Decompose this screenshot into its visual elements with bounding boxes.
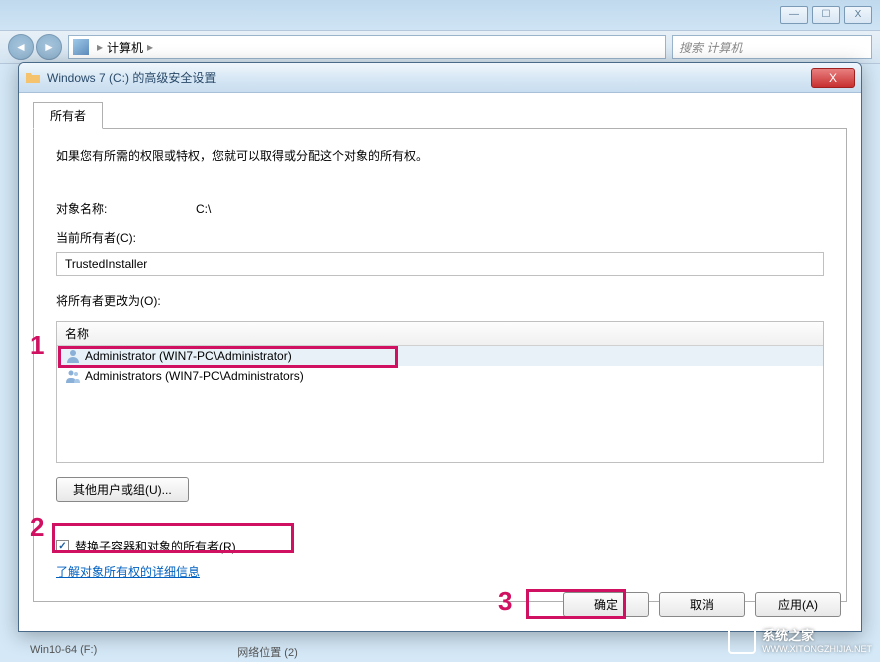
folder-icon bbox=[25, 70, 41, 86]
list-item-label: Administrators (WIN7-PC\Administrators) bbox=[85, 369, 304, 383]
list-item[interactable]: Administrators (WIN7-PC\Administrators) bbox=[57, 366, 823, 386]
status-item: Win10-64 (F:) bbox=[30, 644, 97, 660]
apply-button[interactable]: 应用(A) bbox=[755, 592, 841, 617]
breadcrumb-item[interactable]: 计算机 bbox=[107, 39, 143, 56]
bg-maximize-button[interactable]: ☐ bbox=[812, 6, 840, 24]
list-item[interactable]: Administrator (WIN7-PC\Administrator) bbox=[57, 346, 823, 366]
dialog-title: Windows 7 (C:) 的高级安全设置 bbox=[47, 69, 811, 86]
status-item: 网络位置 (2) bbox=[237, 644, 298, 660]
advanced-security-dialog: Windows 7 (C:) 的高级安全设置 X 所有者 如果您有所需的权限或特… bbox=[18, 62, 862, 632]
annotation-3: 3 bbox=[498, 586, 512, 617]
breadcrumb-separator: ▸ bbox=[143, 40, 157, 54]
tab-owner[interactable]: 所有者 bbox=[33, 102, 103, 129]
user-icon bbox=[65, 348, 81, 364]
owner-list[interactable]: 名称 Administrator (WIN7-PC\Administrator)… bbox=[56, 321, 824, 463]
group-icon bbox=[65, 368, 81, 384]
bg-titlebar: — ☐ X bbox=[0, 0, 880, 30]
object-name-label: 对象名称: bbox=[56, 200, 196, 217]
status-bar: Win10-64 (F:) 网络位置 (2) bbox=[30, 644, 298, 660]
watermark-url: WWW.XITONGZHIJIA.NET bbox=[762, 644, 872, 654]
breadcrumb[interactable]: ▸ 计算机 ▸ bbox=[68, 35, 666, 59]
dialog-button-bar: 确定 取消 应用(A) bbox=[563, 592, 841, 617]
watermark-logo-icon bbox=[728, 626, 756, 654]
replace-owner-checkbox[interactable] bbox=[56, 540, 69, 553]
bg-close-button[interactable]: X bbox=[844, 6, 872, 24]
search-input[interactable]: 搜索 计算机 bbox=[672, 35, 872, 59]
object-name-value: C:\ bbox=[196, 202, 211, 216]
current-owner-label: 当前所有者(C): bbox=[56, 229, 196, 246]
computer-icon bbox=[73, 39, 89, 55]
watermark-text: 系统之家 bbox=[762, 625, 872, 644]
current-owner-value: TrustedInstaller bbox=[56, 252, 824, 276]
cancel-button[interactable]: 取消 bbox=[659, 592, 745, 617]
bg-minimize-button[interactable]: — bbox=[780, 6, 808, 24]
tab-panel: 如果您有所需的权限或特权，您就可以取得或分配这个对象的所有权。 对象名称: C:… bbox=[33, 128, 847, 602]
watermark: 系统之家 WWW.XITONGZHIJIA.NET bbox=[728, 625, 872, 654]
annotation-1: 1 bbox=[30, 330, 44, 361]
info-text: 如果您有所需的权限或特权，您就可以取得或分配这个对象的所有权。 bbox=[56, 147, 824, 164]
list-header-name[interactable]: 名称 bbox=[57, 322, 823, 346]
dialog-body: 所有者 如果您有所需的权限或特权，您就可以取得或分配这个对象的所有权。 对象名称… bbox=[19, 93, 861, 631]
dialog-titlebar[interactable]: Windows 7 (C:) 的高级安全设置 X bbox=[19, 63, 861, 93]
learn-more-link[interactable]: 了解对象所有权的详细信息 bbox=[56, 563, 824, 580]
list-item-label: Administrator (WIN7-PC\Administrator) bbox=[85, 349, 292, 363]
replace-owner-label[interactable]: 替换子容器和对象的所有者(R) bbox=[75, 538, 236, 555]
nav-back-button[interactable]: ◄ bbox=[8, 34, 34, 60]
other-users-button[interactable]: 其他用户或组(U)... bbox=[56, 477, 189, 502]
bg-nav-bar: ◄ ► ▸ 计算机 ▸ 搜索 计算机 bbox=[0, 30, 880, 64]
breadcrumb-separator: ▸ bbox=[93, 40, 107, 54]
change-owner-label: 将所有者更改为(O): bbox=[56, 292, 161, 309]
nav-forward-button[interactable]: ► bbox=[36, 34, 62, 60]
ok-button[interactable]: 确定 bbox=[563, 592, 649, 617]
dialog-close-button[interactable]: X bbox=[811, 68, 855, 88]
annotation-2: 2 bbox=[30, 512, 44, 543]
